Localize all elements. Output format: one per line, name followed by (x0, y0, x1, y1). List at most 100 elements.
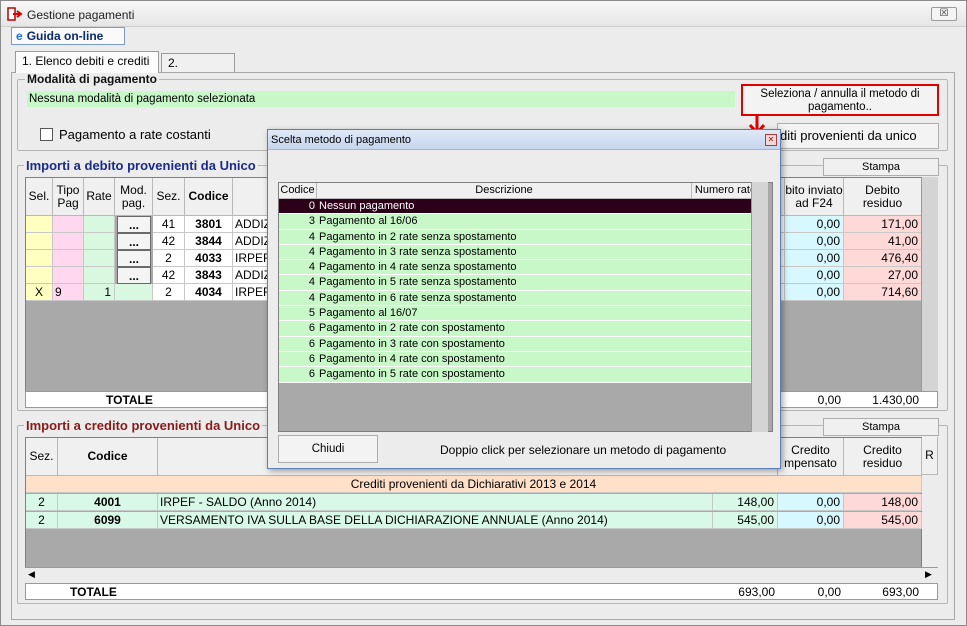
table-row[interactable]: 2 4001 IRPEF - SALDO (Anno 2014) 148,00 … (26, 494, 922, 511)
inviato-cell: 0,00 (785, 233, 844, 250)
numero-cell: 3 (692, 337, 760, 351)
debts-vertical-scrollbar[interactable] (921, 177, 938, 395)
print-debts-button[interactable]: Stampa (823, 158, 939, 176)
tipo-cell[interactable] (53, 267, 84, 284)
descrizione-cell: Nessun pagamento (319, 200, 415, 212)
rate-cell[interactable]: 1 (84, 284, 115, 301)
sel-cell[interactable] (26, 250, 53, 267)
list-item[interactable]: 4 Pagamento in 4 rate senza spostamento 4 (279, 260, 760, 276)
codice-cell: 4 (308, 230, 315, 243)
descrizione-cell: Pagamento in 4 rate senza spostamento (319, 261, 517, 274)
sez-cell: 42 (153, 267, 185, 284)
list-item[interactable]: 3 Pagamento al 16/06 1 (279, 214, 760, 230)
col-codice: Codice (58, 438, 158, 476)
window-title: Gestione pagamenti (27, 8, 135, 22)
mod-pag-button[interactable]: ... (117, 216, 151, 233)
sel-cell[interactable] (26, 216, 53, 233)
sez-cell: 2 (153, 250, 185, 267)
compensato-cell: 0,00 (778, 512, 844, 529)
list-item[interactable]: 6 Pagamento in 3 rate con spostamento 3 (279, 336, 760, 352)
rate-cell[interactable] (84, 233, 115, 250)
numero-cell: 2 (692, 321, 760, 335)
col-descrizione: Descrizione (317, 183, 692, 199)
descrizione-cell: Pagamento al 16/07 (319, 307, 418, 320)
scroll-right-icon[interactable]: ▶ (925, 569, 932, 580)
residuo-cell: 714,60 (844, 284, 922, 301)
descrizione-cell: Pagamento in 5 rate senza spostamento (319, 276, 517, 289)
inviato-cell: 0,00 (785, 216, 844, 233)
codice-cell: 5 (308, 307, 315, 320)
help-online-button[interactable]: e Guida on-line (11, 27, 125, 45)
descrizione-cell: Pagamento in 2 rate con spostamento (319, 322, 505, 335)
col-residuo: Credito residuo (844, 438, 922, 476)
close-button[interactable]: ☒ (931, 7, 957, 21)
list-item[interactable]: 4 Pagamento in 5 rate senza spostamento 5 (279, 275, 760, 291)
codice-cell: 6 (308, 368, 315, 381)
rate-cell[interactable] (84, 250, 115, 267)
list-item[interactable]: 6 Pagamento in 4 rate con spostamento 4 (279, 351, 760, 368)
residuo-cell: 545,00 (844, 512, 922, 529)
tipo-cell[interactable] (53, 250, 84, 267)
residuo-cell: 148,00 (844, 494, 922, 511)
numero-cell: 1 (692, 214, 760, 228)
col-sez: Sez. (153, 178, 185, 216)
rate-cell[interactable] (84, 267, 115, 284)
descrizione-cell: Pagamento in 5 rate con spostamento (319, 368, 505, 381)
residuo-cell: 476,40 (844, 250, 922, 267)
dialog-close-icon[interactable]: ✕ (765, 134, 777, 146)
debts-total-residuo: 1.430,00 (872, 393, 919, 407)
credits-total-compensato: 0,00 (817, 585, 841, 599)
tipo-cell[interactable] (53, 233, 84, 250)
list-item[interactable]: 4 Pagamento in 6 rate senza spostamento 6 (279, 290, 760, 307)
payment-method-grid: Codice Descrizione Numero rate 0 Nessun p… (278, 182, 773, 432)
mod-pag-button[interactable]: ... (117, 250, 151, 267)
sel-cell[interactable] (26, 233, 53, 250)
payment-mode-status: Nessuna modalità di pagamento selezionat… (27, 91, 735, 107)
codice-cell: 0 (308, 200, 315, 212)
col-numero-rate: Numero rate (692, 183, 760, 199)
debts-legend: Importi a debito provenienti da Unico (24, 158, 258, 173)
numero-cell: 3 (692, 245, 760, 259)
col-codice: Codice (279, 183, 317, 199)
sel-cell[interactable] (26, 267, 53, 284)
dialog-hint: Doppio click per selezionare un metodo d… (440, 443, 727, 457)
credits-total-importo: 693,00 (738, 585, 775, 599)
rate-cell[interactable] (84, 216, 115, 233)
list-item[interactable]: 5 Pagamento al 16/07 1 (279, 306, 760, 322)
tab-riepilogo[interactable]: 2. Riepilogo (161, 53, 235, 88)
codice-cell: 3843 (185, 267, 233, 284)
tab-elenco[interactable]: 1. Elenco debiti e crediti (15, 51, 159, 73)
desc-cell: IRPEF - SALDO (Anno 2014) (158, 494, 713, 511)
dialog-vertical-scrollbar[interactable] (751, 182, 768, 432)
codice-cell: 3 (308, 215, 315, 228)
rate-costanti-checkbox[interactable] (40, 128, 53, 141)
tipo-cell[interactable]: 9 (53, 284, 84, 301)
mod-pag-cell[interactable] (115, 284, 153, 301)
codice-cell: 4 (308, 261, 315, 274)
sez-cell: 2 (26, 494, 58, 511)
codice-cell: 4034 (185, 284, 233, 301)
numero-cell: 1 (692, 306, 760, 320)
list-item[interactable]: 4 Pagamento in 3 rate senza spostamento 3 (279, 244, 760, 261)
table-row[interactable]: 2 6099 VERSAMENTO IVA SULLA BASE DELLA D… (26, 512, 922, 529)
mod-pag-button[interactable]: ... (117, 233, 151, 250)
print-credits-button[interactable]: Stampa (823, 418, 939, 436)
close-dialog-button[interactable]: Chiudi (278, 435, 378, 463)
descrizione-cell: Pagamento in 6 rate senza spostamento (319, 291, 517, 304)
list-item[interactable]: 6 Pagamento in 2 rate con spostamento 2 (279, 321, 760, 337)
descrizione-cell: Pagamento in 3 rate senza spostamento (319, 245, 517, 258)
credits-from-unico-button[interactable]: diti provenienti da unico (777, 123, 939, 149)
scroll-left-icon[interactable]: ◀ (28, 569, 35, 580)
credits-horizontal-scrollbar[interactable]: ◀ ▶ (25, 567, 938, 583)
mod-pag-button[interactable]: ... (117, 267, 151, 284)
list-item[interactable]: 0 Nessun pagamento 0 (279, 199, 760, 215)
tipo-cell[interactable] (53, 216, 84, 233)
sel-cell[interactable]: X (26, 284, 53, 301)
dialog-title: Scelta metodo di pagamento (268, 130, 780, 150)
list-item[interactable]: 4 Pagamento in 2 rate senza spostamento 2 (279, 229, 760, 245)
select-method-button[interactable]: Seleziona / annulla il metodo di pagamen… (741, 84, 939, 116)
col-mod: Mod. pag. (115, 178, 153, 216)
list-item[interactable]: 6 Pagamento in 5 rate con spostamento 5 (279, 367, 760, 383)
descrizione-cell: Pagamento al 16/06 (319, 215, 418, 228)
col-inviato: bito inviato ad F24 (785, 178, 844, 216)
